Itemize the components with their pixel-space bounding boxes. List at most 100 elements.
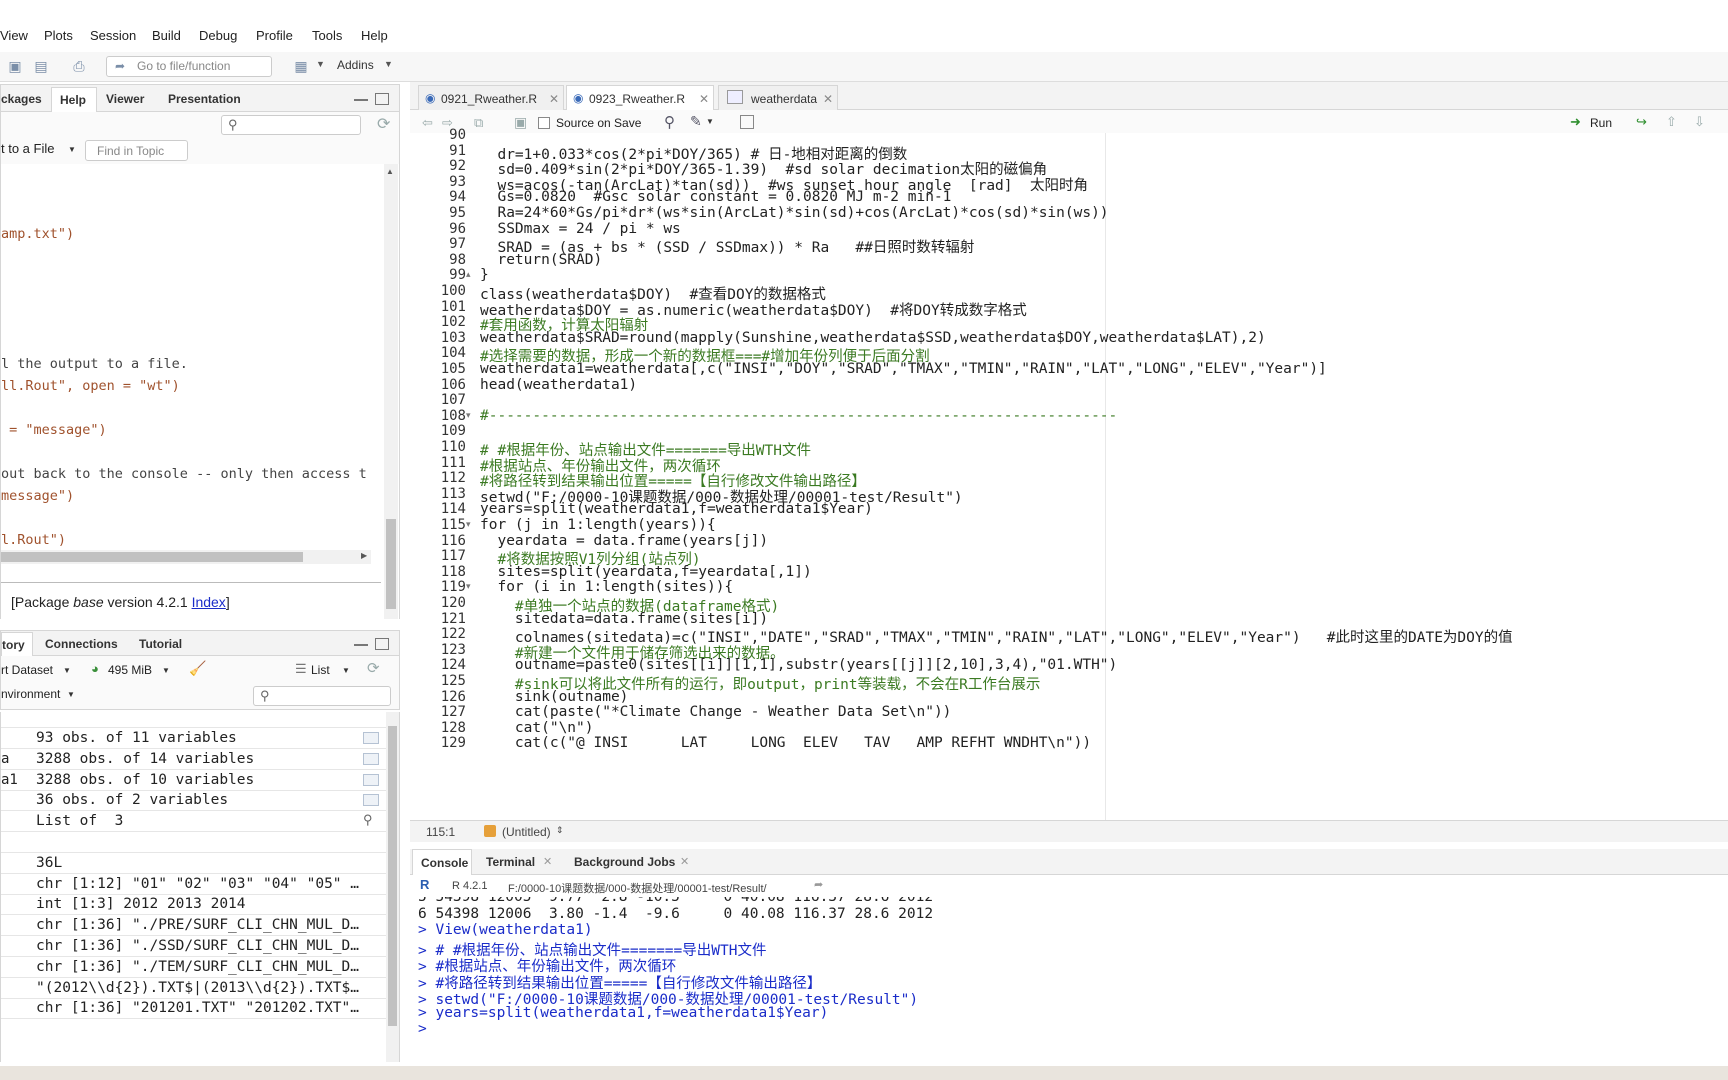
- env-row[interactable]: int [1:3] 2012 2013 2014: [1, 894, 386, 916]
- help-scroll-thumb[interactable]: [386, 519, 396, 609]
- maximize-icon[interactable]: [375, 638, 389, 650]
- run-button[interactable]: Run: [1590, 116, 1612, 130]
- memory-usage[interactable]: 495 MiB: [108, 663, 152, 677]
- tab-help-active[interactable]: Help: [51, 87, 97, 113]
- working-directory[interactable]: F:/0000-10课题数据/000-数据处理/00001-test/Resul…: [508, 880, 767, 896]
- list-chevron-icon[interactable]: ▼: [342, 666, 350, 675]
- maximize-icon[interactable]: [375, 93, 389, 105]
- scroll-right-icon[interactable]: ▶: [361, 551, 367, 560]
- rerun-icon[interactable]: ↪: [1636, 114, 1647, 130]
- menu-view[interactable]: View: [0, 28, 28, 43]
- env-row[interactable]: 36L: [1, 853, 386, 874]
- env-row[interactable]: chr [1:36] "./PRE/SURF_CLI_CHN_MUL_D…: [1, 915, 386, 937]
- menu-profile[interactable]: Profile: [256, 28, 293, 43]
- env-row[interactable]: "(2012\\d{2}).TXT$|(2013\\d{2}).TXT$…: [1, 978, 386, 999]
- tab-viewer[interactable]: Viewer: [106, 92, 144, 106]
- env-scroll-thumb[interactable]: [388, 726, 397, 1026]
- show-in-window-icon[interactable]: ⧉: [474, 115, 483, 131]
- search-icon[interactable]: ⚲: [664, 113, 675, 131]
- close-icon[interactable]: ✕: [823, 92, 833, 106]
- menu-build[interactable]: Build: [152, 28, 181, 43]
- fold-toggle-icon[interactable]: ▾: [466, 519, 471, 530]
- addins-menu[interactable]: Addins: [337, 58, 374, 72]
- memory-chevron-icon[interactable]: ▼: [162, 666, 170, 675]
- env-row[interactable]: chr [1:36] "./TEM/SURF_CLI_CHN_MUL_D…: [1, 957, 386, 978]
- close-icon[interactable]: ✕: [549, 92, 559, 106]
- env-row[interactable]: a1 3288 obs. of 10 variables: [1, 770, 386, 791]
- menu-help[interactable]: Help: [361, 28, 388, 43]
- refresh-icon[interactable]: ⟳: [367, 659, 380, 677]
- compile-report-icon[interactable]: [740, 115, 754, 129]
- import-dataset-menu[interactable]: rt Dataset: [1, 663, 53, 677]
- console-output[interactable]: 5 54398 12005 9.77 2.8 -10.5 0 40.08 116…: [410, 897, 1728, 1067]
- env-row[interactable]: 93 obs. of 11 variables: [1, 728, 386, 749]
- close-icon[interactable]: ✕: [543, 855, 552, 868]
- tab-console-active[interactable]: Console: [412, 849, 472, 875]
- view-data-icon[interactable]: [363, 732, 379, 744]
- view-data-icon[interactable]: [363, 773, 379, 786]
- view-data-icon[interactable]: [363, 752, 379, 765]
- close-icon[interactable]: ✕: [680, 855, 689, 868]
- scope-chevron-icon[interactable]: ⇕: [556, 825, 564, 836]
- broom-icon[interactable]: 🧹: [189, 660, 206, 677]
- minimize-icon[interactable]: [354, 91, 368, 101]
- addins-chevron-icon[interactable]: ▼: [384, 59, 393, 69]
- save-all-icon[interactable]: ▤: [32, 57, 50, 75]
- env-chevron-icon[interactable]: ▼: [67, 690, 75, 699]
- save-icon[interactable]: ▣: [6, 57, 24, 75]
- env-row[interactable]: chr [1:36] "201201.TXT" "201202.TXT"…: [1, 998, 386, 1020]
- env-vertical-scrollbar[interactable]: [386, 712, 399, 1062]
- grid-layout-icon[interactable]: ▦: [292, 57, 310, 75]
- go-up-icon[interactable]: ⇧: [1666, 114, 1677, 130]
- go-to-directory-icon[interactable]: ➦: [814, 878, 823, 891]
- go-down-icon[interactable]: ⇩: [1694, 114, 1705, 130]
- env-row[interactable]: [1, 832, 386, 853]
- tab-weatherdata[interactable]: weatherdata ✕: [718, 85, 838, 110]
- source-on-save-checkbox[interactable]: [538, 117, 550, 129]
- scroll-up-icon[interactable]: ▲: [386, 167, 394, 176]
- tab-history-active[interactable]: tory: [1, 632, 33, 657]
- env-row[interactable]: a 3288 obs. of 14 variables: [1, 749, 386, 770]
- env-row[interactable]: chr [1:12] "01" "02" "03" "04" "05" …: [1, 874, 386, 895]
- list-view-menu[interactable]: List: [311, 663, 330, 677]
- env-row[interactable]: List of 3 ⚲: [1, 811, 386, 833]
- scope-label[interactable]: (Untitled): [502, 825, 551, 839]
- code-editor[interactable]: dr=1+0.033*cos(2*pi*DOY/365) # 日-地相对距离的倒…: [475, 133, 1728, 820]
- help-vertical-scrollbar[interactable]: ▲: [384, 164, 398, 619]
- menu-tools[interactable]: Tools: [312, 28, 342, 43]
- view-data-icon[interactable]: [363, 794, 379, 807]
- menu-plots[interactable]: Plots: [44, 28, 73, 43]
- inspect-icon[interactable]: ⚲: [363, 812, 373, 828]
- wand-chevron-icon[interactable]: ▼: [706, 117, 714, 126]
- print-icon[interactable]: ⎙: [70, 57, 88, 75]
- minimize-icon[interactable]: [354, 636, 368, 646]
- tab-background-jobs[interactable]: Background Jobs: [574, 855, 675, 869]
- tab-0923-rweather[interactable]: ◉ 0923_Rweather.R ✕: [566, 85, 714, 110]
- fold-toggle-icon[interactable]: ▾: [466, 581, 471, 592]
- tab-terminal[interactable]: Terminal: [486, 855, 535, 869]
- fold-toggle-icon[interactable]: ▴: [466, 269, 471, 280]
- save-icon[interactable]: ▣: [514, 114, 527, 131]
- help-search-input[interactable]: ⚲: [221, 115, 361, 135]
- import-chevron-icon[interactable]: ▼: [63, 666, 71, 675]
- tab-0921-rweather[interactable]: ◉ 0921_Rweather.R ✕: [418, 85, 564, 110]
- env-row[interactable]: chr [1:36] "./SSD/SURF_CLI_CHN_MUL_D…: [1, 936, 386, 957]
- menu-debug[interactable]: Debug: [199, 28, 237, 43]
- find-in-topic-input[interactable]: Find in Topic: [85, 140, 188, 161]
- tab-tutorial[interactable]: Tutorial: [139, 637, 182, 651]
- export-file-menu[interactable]: t to a File: [1, 141, 54, 156]
- chevron-down-icon[interactable]: ▼: [316, 59, 325, 69]
- fold-toggle-icon[interactable]: ▾: [466, 410, 471, 421]
- refresh-icon[interactable]: ⟳: [377, 114, 390, 134]
- menu-session[interactable]: Session: [90, 28, 136, 43]
- help-horizontal-scrollbar[interactable]: ▶: [1, 550, 371, 564]
- help-hscroll-thumb[interactable]: [1, 552, 303, 562]
- magic-wand-icon[interactable]: ✎: [690, 113, 702, 130]
- env-row[interactable]: 36 obs. of 2 variables: [1, 790, 386, 812]
- env-search-input[interactable]: ⚲: [253, 686, 391, 706]
- export-chevron-icon[interactable]: ▼: [68, 145, 76, 154]
- environment-menu[interactable]: nvironment: [1, 687, 60, 701]
- tab-connections[interactable]: Connections: [45, 637, 118, 651]
- tab-presentation[interactable]: Presentation: [168, 92, 241, 106]
- index-link[interactable]: Index: [192, 594, 226, 610]
